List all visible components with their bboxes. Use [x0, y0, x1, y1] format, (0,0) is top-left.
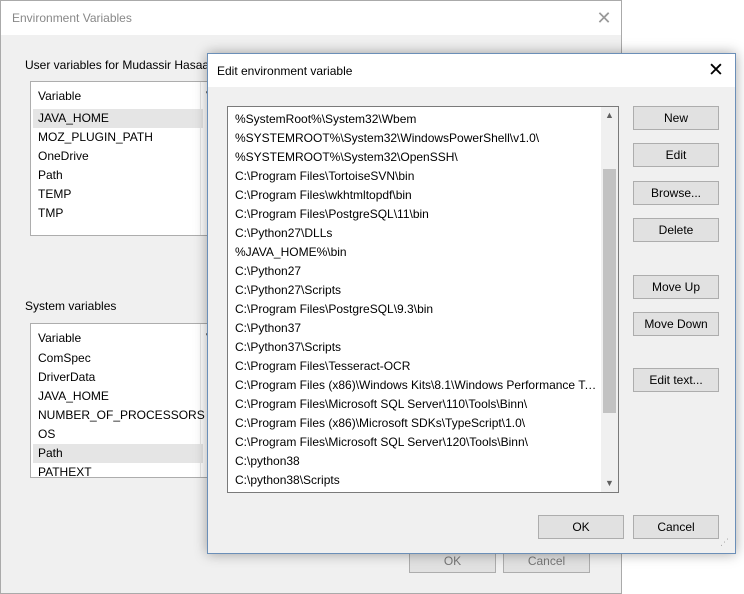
variable-row[interactable]: OS [33, 425, 203, 444]
path-entry[interactable]: C:\Program Files (x86)\Windows Kits\8.1\… [235, 376, 600, 395]
variable-row[interactable]: MOZ_PLUGIN_PATH [33, 128, 203, 147]
variable-row[interactable]: Path [33, 166, 203, 185]
path-entry[interactable]: %SYSTEMROOT%\System32\OpenSSH\ [235, 148, 600, 167]
path-entry[interactable]: C:\Program Files\Microsoft SQL Server\12… [235, 433, 600, 452]
path-entry[interactable]: C:\Program Files\Tesseract-OCR [235, 357, 600, 376]
path-entry[interactable]: C:\Program Files (x86)\Microsoft SDKs\Ty… [235, 414, 600, 433]
dialog-title-bar: Edit environment variable ✕ [208, 54, 735, 87]
variable-row[interactable]: Path [33, 444, 203, 463]
system-variables-label: System variables [25, 299, 117, 313]
variable-row[interactable]: DriverData [33, 368, 203, 387]
window-title: Environment Variables [12, 11, 132, 25]
move-down-button[interactable]: Move Down [633, 312, 719, 336]
path-entry[interactable]: C:\Python27 [235, 262, 600, 281]
ok-button[interactable]: OK [538, 515, 624, 539]
vertical-scrollbar[interactable]: ▲ ▼ [601, 107, 618, 492]
move-up-button[interactable]: Move Up [633, 275, 719, 299]
variable-row[interactable]: TMP [33, 204, 203, 223]
resize-grip-icon[interactable]: ⋰ [720, 538, 732, 551]
path-entry[interactable]: C:\python38 [235, 452, 600, 471]
variable-row[interactable]: PATHEXT [33, 463, 203, 477]
list-header: Variable V [31, 324, 219, 350]
scrollbar-thumb[interactable] [603, 169, 616, 413]
variable-row[interactable]: JAVA_HOME [33, 387, 203, 406]
scroll-down-arrow-icon[interactable]: ▼ [601, 475, 618, 492]
path-entry[interactable]: C:\Python37\Scripts [235, 338, 600, 357]
edit-button[interactable]: Edit [633, 143, 719, 167]
edit-environment-variable-dialog: Edit environment variable ✕ %SystemRoot%… [207, 53, 736, 554]
scroll-up-arrow-icon[interactable]: ▲ [601, 107, 618, 124]
user-variables-list[interactable]: Variable V JAVA_HOMEMOZ_PLUGIN_PATHOneDr… [30, 81, 220, 236]
browse-button[interactable]: Browse... [633, 181, 719, 205]
path-entry[interactable]: C:\Program Files\TortoiseSVN\bin [235, 167, 600, 186]
new-button[interactable]: New [633, 106, 719, 130]
path-entry[interactable]: C:\python38\Scripts [235, 471, 600, 490]
variable-row[interactable]: OneDrive [33, 147, 203, 166]
path-entry[interactable]: C:\Program Files\Microsoft SQL Server\11… [235, 395, 600, 414]
path-entry[interactable]: %SYSTEMROOT%\System32\WindowsPowerShell\… [235, 129, 600, 148]
delete-button[interactable]: Delete [633, 218, 719, 242]
variable-row[interactable]: TEMP [33, 185, 203, 204]
close-icon[interactable]: ✕ [593, 7, 615, 29]
close-icon[interactable]: ✕ [704, 59, 728, 83]
path-entries-list[interactable]: %SystemRoot%\System32\Wbem %SYSTEMROOT%\S… [227, 106, 619, 493]
column-header-variable[interactable]: Variable [38, 331, 81, 345]
variable-row[interactable]: JAVA_HOME [33, 109, 203, 128]
path-entry[interactable]: C:\Program Files\PostgreSQL\9.3\bin [235, 300, 600, 319]
path-entry[interactable]: C:\Program Files\PostgreSQL\11\bin [235, 205, 600, 224]
title-bar: Environment Variables ✕ [1, 1, 621, 35]
variable-row[interactable]: ComSpec [33, 349, 203, 368]
user-variables-label: User variables for Mudassir Hasaan [25, 58, 216, 72]
system-variables-list[interactable]: Variable V ComSpecDriverDataJAVA_HOMENUM… [30, 323, 220, 478]
path-entry[interactable]: C:\Python27\DLLs [235, 224, 600, 243]
path-entry[interactable]: C:\Program Files\wkhtmltopdf\bin [235, 186, 600, 205]
edit-text-button[interactable]: Edit text... [633, 368, 719, 392]
list-header: Variable V [31, 82, 219, 108]
path-entry[interactable]: %JAVA_HOME%\bin [235, 243, 600, 262]
dialog-title: Edit environment variable [217, 64, 353, 78]
variable-row[interactable]: NUMBER_OF_PROCESSORS [33, 406, 205, 425]
column-header-variable[interactable]: Variable [38, 89, 81, 103]
path-entry[interactable]: %SystemRoot%\System32\Wbem [235, 110, 600, 129]
path-entry[interactable]: C:\Python37 [235, 319, 600, 338]
cancel-button[interactable]: Cancel [633, 515, 719, 539]
path-entry[interactable]: C:\Python27\Scripts [235, 281, 600, 300]
